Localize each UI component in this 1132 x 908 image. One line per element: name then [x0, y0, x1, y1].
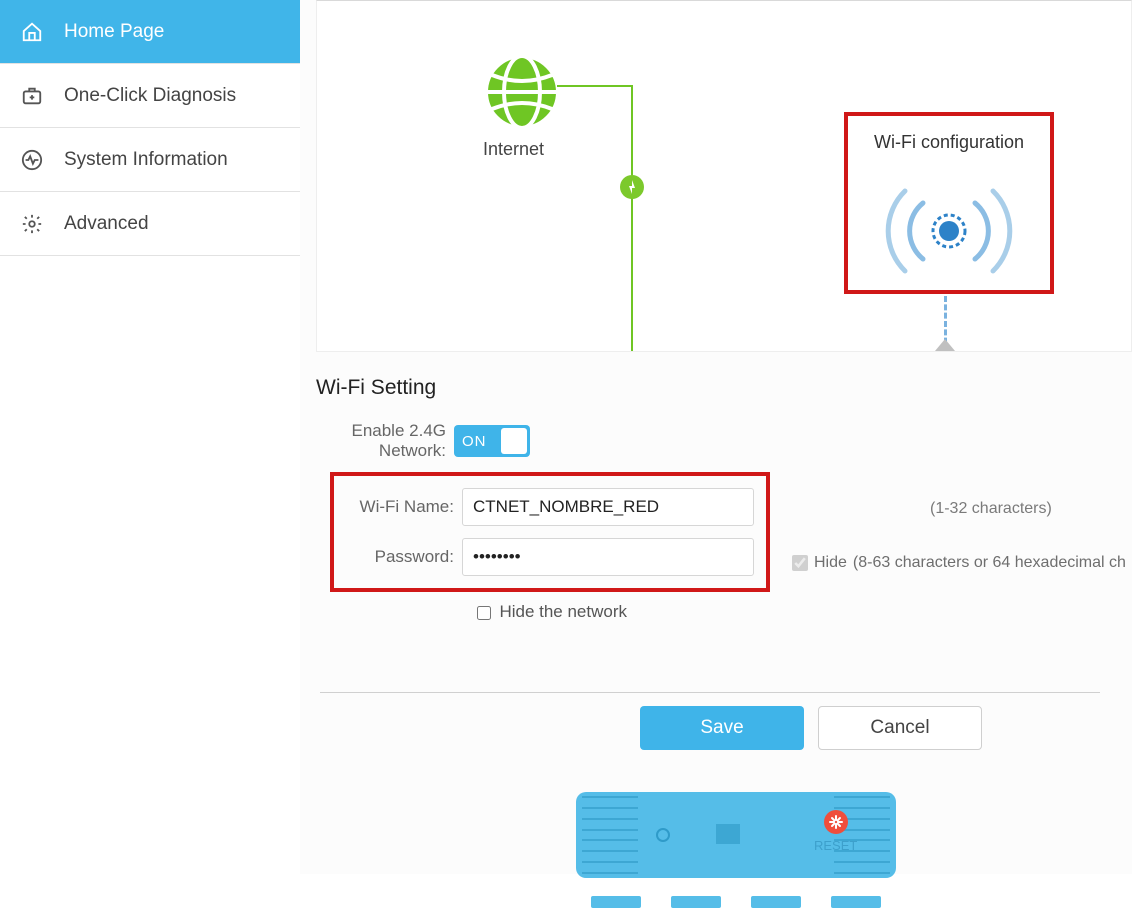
- connection-indicator-icon: [620, 175, 644, 199]
- toggle-knob: [501, 428, 527, 454]
- enable-network-row: Enable 2.4GNetwork: ON: [330, 414, 1116, 468]
- router-body: RESET: [576, 792, 896, 878]
- diagram-line: [631, 85, 633, 352]
- sidebar-item-sysinfo[interactable]: System Information: [0, 128, 300, 192]
- network-diagram: Internet Wi-Fi configuration: [316, 0, 1132, 352]
- enable-network-label: Enable 2.4GNetwork:: [330, 421, 454, 461]
- sidebar-item-label: One-Click Diagnosis: [64, 85, 236, 107]
- gear-icon: [20, 212, 44, 236]
- sidebar: Home Page One-Click Diagnosis System Inf…: [0, 0, 300, 874]
- wifi-name-row: Wi-Fi Name:: [338, 482, 762, 532]
- reset-label: RESET: [814, 838, 857, 853]
- router-reset: RESET: [814, 810, 857, 853]
- internet-label: Internet: [483, 139, 544, 160]
- diagram-line: [557, 85, 633, 87]
- password-hint: (8-63 characters or 64 hexadecimal ch: [853, 554, 1126, 572]
- wifi-name-input[interactable]: [462, 488, 754, 526]
- main-content: Internet Wi-Fi configuration Wi-Fi: [300, 0, 1132, 874]
- action-buttons: Save Cancel: [640, 706, 982, 750]
- router-feet: [576, 896, 896, 908]
- chevron-up-icon: [935, 339, 955, 351]
- router-illustration: RESET: [576, 792, 896, 892]
- cancel-button[interactable]: Cancel: [818, 706, 982, 750]
- divider: [320, 692, 1100, 693]
- wifi-config-title: Wi-Fi configuration: [874, 132, 1024, 153]
- password-hint-row: Hide (8-63 characters or 64 hexadecimal …: [788, 552, 1126, 574]
- wifi-config-card[interactable]: Wi-Fi configuration: [844, 112, 1054, 294]
- sidebar-item-label: Home Page: [64, 21, 164, 43]
- credentials-highlight: Wi-Fi Name: Password:: [330, 472, 770, 592]
- sidebar-item-diagnosis[interactable]: One-Click Diagnosis: [0, 64, 300, 128]
- router-led-icon: [656, 828, 670, 842]
- activity-icon: [20, 148, 44, 172]
- hide-network-label[interactable]: Hide the network: [499, 602, 627, 621]
- reset-icon: [824, 810, 848, 834]
- password-label: Password:: [338, 547, 462, 567]
- sidebar-item-advanced[interactable]: Advanced: [0, 192, 300, 256]
- sidebar-item-label: Advanced: [64, 213, 149, 235]
- wifi-antenna-icon: [869, 171, 1029, 286]
- sidebar-item-label: System Information: [64, 149, 228, 171]
- hide-password-checkbox[interactable]: [792, 555, 808, 571]
- password-input[interactable]: [462, 538, 754, 576]
- wifi-settings-panel: Wi-Fi Setting Enable 2.4GNetwork: ON Wi-…: [300, 370, 1132, 874]
- wifi-name-hint: (1-32 characters): [930, 500, 1052, 518]
- router-port-icon: [716, 824, 740, 844]
- wifi-name-label: Wi-Fi Name:: [338, 497, 462, 517]
- home-icon: [20, 20, 44, 44]
- save-button[interactable]: Save: [640, 706, 804, 750]
- toggle-state-text: ON: [462, 433, 487, 450]
- hide-network-row: Hide the network: [330, 602, 770, 623]
- sidebar-item-home[interactable]: Home Page: [0, 0, 300, 64]
- globe-icon: [483, 53, 561, 136]
- password-row: Password:: [338, 532, 762, 582]
- enable-network-toggle[interactable]: ON: [454, 425, 530, 457]
- hide-network-checkbox[interactable]: [477, 606, 491, 620]
- hide-password-label: Hide: [814, 554, 847, 572]
- section-title: Wi-Fi Setting: [300, 370, 1132, 406]
- medical-kit-icon: [20, 84, 44, 108]
- wifi-form: Enable 2.4GNetwork: ON Wi-Fi Name: Passw…: [300, 406, 1132, 623]
